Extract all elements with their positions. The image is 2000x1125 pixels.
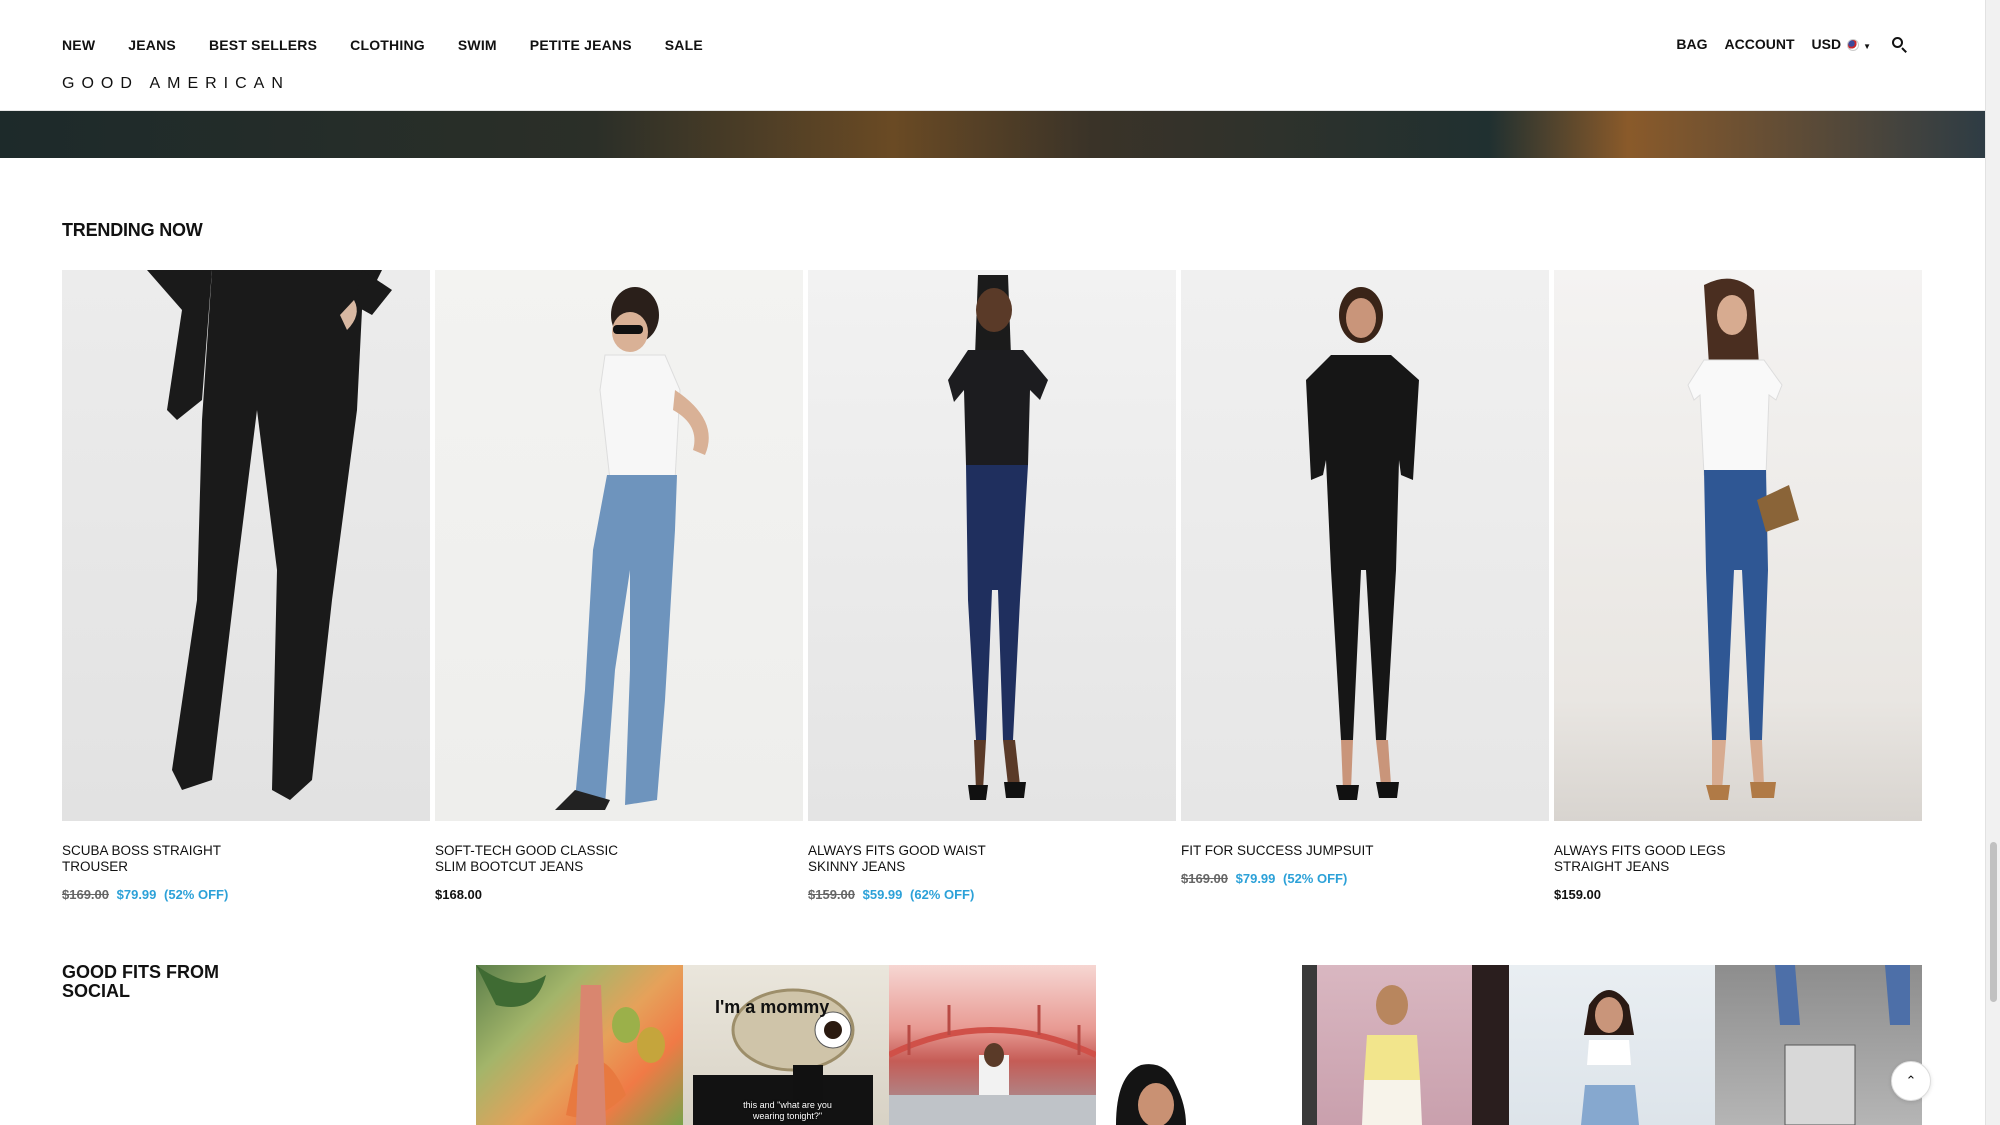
hero-banner-image[interactable]	[0, 111, 1985, 158]
product-price: $168.00	[435, 887, 803, 902]
product-name[interactable]: ALWAYS FITS GOOD WAIST SKINNY JEANS	[808, 843, 1008, 875]
product-price: $169.00 $79.99 (52% OFF)	[62, 887, 430, 902]
product-name[interactable]: FIT FOR SUCCESS JUMPSUIT	[1181, 843, 1381, 859]
social-gallery: this and "what are you wearing tonight?"	[476, 965, 1922, 1125]
product-card[interactable]: SOFT-TECH GOOD CLASSIC SLIM BOOTCUT JEAN…	[435, 270, 803, 902]
product-card[interactable]: ALWAYS FITS GOOD LEGS STRAIGHT JEANS $15…	[1554, 270, 1922, 902]
product-name[interactable]: SCUBA BOSS STRAIGHT TROUSER	[62, 843, 262, 875]
discount-label: (52% OFF)	[164, 887, 229, 902]
product-carousel: SCUBA BOSS STRAIGHT TROUSER $169.00 $79.…	[62, 270, 1922, 902]
social-tile[interactable]	[1715, 965, 1922, 1125]
product-price: $159.00	[1554, 887, 1922, 902]
sale-price: $59.99	[862, 887, 903, 902]
social-tile[interactable]	[1095, 965, 1302, 1125]
product-image[interactable]	[1554, 270, 1922, 821]
product-image[interactable]	[1181, 270, 1549, 821]
currency-selector[interactable]: USD ▼	[1812, 36, 1871, 52]
page-scrollbar[interactable]	[1985, 0, 2000, 1125]
scrollbar-thumb[interactable]	[1990, 842, 1997, 1002]
product-card[interactable]: SCUBA BOSS STRAIGHT TROUSER $169.00 $79.…	[62, 270, 430, 902]
social-tile[interactable]	[1302, 965, 1509, 1125]
product-image[interactable]	[62, 270, 430, 821]
chevron-up-icon: ⌃	[1905, 1073, 1917, 1088]
utility-nav: BAG ACCOUNT USD ▼	[1659, 36, 1907, 53]
site-header: NEW JEANS BEST SELLERS CLOTHING SWIM PET…	[0, 0, 1985, 111]
nav-item-jeans[interactable]: JEANS	[128, 37, 176, 53]
chevron-down-icon: ▼	[1863, 42, 1871, 51]
product-name[interactable]: SOFT-TECH GOOD CLASSIC SLIM BOOTCUT JEAN…	[435, 843, 635, 875]
sale-price: $79.99	[1235, 871, 1276, 886]
social-title: GOOD FITS FROM SOCIAL	[62, 962, 219, 1001]
nav-item-petite-jeans[interactable]: PETITE JEANS	[530, 37, 632, 53]
product-image[interactable]	[435, 270, 803, 821]
product-card[interactable]: ALWAYS FITS GOOD WAIST SKINNY JEANS $159…	[808, 270, 1176, 902]
product-price: $169.00 $79.99 (52% OFF)	[1181, 871, 1549, 886]
original-price: $159.00	[808, 887, 855, 902]
discount-label: (62% OFF)	[910, 887, 975, 902]
product-price: $159.00 $59.99 (62% OFF)	[808, 887, 1176, 902]
brand-logo[interactable]: GOOD AMERICAN	[62, 75, 290, 93]
discount-label: (52% OFF)	[1283, 871, 1348, 886]
nav-item-clothing[interactable]: CLOTHING	[350, 37, 425, 53]
nav-item-swim[interactable]: SWIM	[458, 37, 497, 53]
trending-title: TRENDING NOW	[62, 220, 203, 240]
original-price: $169.00	[1181, 871, 1228, 886]
nav-item-sale[interactable]: SALE	[665, 37, 703, 53]
account-link[interactable]: ACCOUNT	[1725, 36, 1795, 52]
regular-price: $168.00	[435, 887, 482, 902]
social-tile[interactable]: this and "what are you wearing tonight?"	[682, 965, 889, 1125]
product-image[interactable]	[808, 270, 1176, 821]
product-card[interactable]: FIT FOR SUCCESS JUMPSUIT $169.00 $79.99 …	[1181, 270, 1549, 902]
social-tile[interactable]	[476, 965, 683, 1125]
nav-item-new[interactable]: NEW	[62, 37, 95, 53]
social-tile[interactable]	[1508, 965, 1715, 1125]
social-tile[interactable]	[889, 965, 1096, 1125]
social-tile-caption: this and "what are you wearing tonight?"	[743, 1100, 832, 1121]
bag-link[interactable]: BAG	[1676, 36, 1707, 52]
sale-price: $79.99	[116, 887, 157, 902]
regular-price: $159.00	[1554, 887, 1601, 902]
us-flag-icon	[1847, 39, 1860, 52]
search-icon[interactable]	[1891, 36, 1907, 53]
back-to-top-button[interactable]: ⌃	[1891, 1061, 1931, 1101]
nav-item-best-sellers[interactable]: BEST SELLERS	[209, 37, 317, 53]
product-name[interactable]: ALWAYS FITS GOOD LEGS STRAIGHT JEANS	[1554, 843, 1754, 875]
main-nav: NEW JEANS BEST SELLERS CLOTHING SWIM PET…	[62, 37, 736, 53]
currency-label: USD	[1811, 36, 1842, 52]
social-tile-overlay-text: I'm a mommy	[715, 997, 830, 1017]
original-price: $169.00	[62, 887, 109, 902]
